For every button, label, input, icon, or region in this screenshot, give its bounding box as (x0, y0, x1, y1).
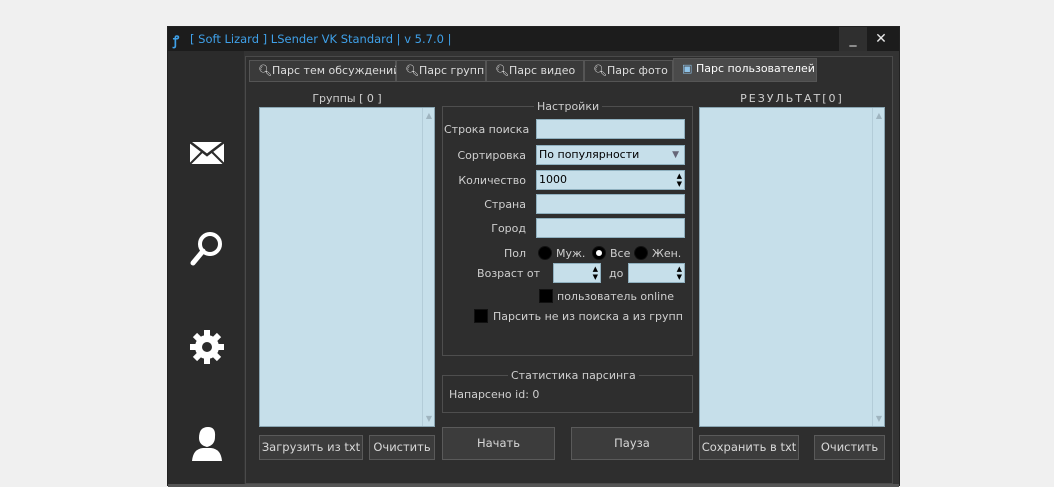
spin-arrows-icon[interactable]: ▲ ▼ (677, 265, 682, 281)
sex-male-label: Муж. (556, 247, 586, 260)
users-icon: ▣ (682, 62, 693, 75)
sort-label: Сортировка (457, 149, 526, 162)
stats-title: Статистика парсинга (508, 369, 639, 382)
magnifier-icon[interactable] (187, 229, 227, 269)
scroll-up-icon[interactable]: ▲ (876, 111, 882, 120)
sort-select[interactable]: По популярности ▼ (536, 145, 685, 165)
groups-scrollbar[interactable]: ▲ ▼ (422, 108, 434, 426)
tab-label: Парс пользователей (696, 62, 815, 75)
pause-button[interactable]: Пауза (571, 427, 693, 460)
sex-male-radio[interactable] (538, 246, 552, 260)
save-to-txt-button[interactable]: Сохранить в txt (699, 435, 799, 460)
online-label: пользователь online (557, 290, 674, 303)
tab-parse-photo[interactable]: 🔍︎Парс фото (584, 60, 673, 82)
envelope-icon[interactable] (187, 133, 227, 173)
search-string-input[interactable] (536, 119, 685, 139)
tab-parse-discussions[interactable]: 🔍︎Парс тем обсуждений (249, 60, 400, 82)
tab-parse-video[interactable]: 🔍︎Парс видео (486, 60, 584, 82)
spin-arrows-icon[interactable]: ▲ ▼ (593, 265, 598, 281)
sidebar (168, 51, 244, 485)
parse-from-groups-checkbox[interactable] (474, 309, 488, 323)
sort-value: По популярности (539, 148, 640, 161)
sex-female-label: Жен. (652, 247, 682, 260)
groups-listbox[interactable]: ▲ ▼ (259, 107, 435, 427)
tab-label: Парс групп (419, 64, 485, 77)
scroll-down-icon[interactable]: ▼ (426, 414, 432, 423)
scroll-up-icon[interactable]: ▲ (426, 111, 432, 120)
tab-parse-groups[interactable]: 🔍︎Парс групп (396, 60, 486, 82)
tab-label: Парс тем обсуждений (272, 64, 401, 77)
sex-female-radio[interactable] (634, 246, 648, 260)
sex-all-radio[interactable] (592, 246, 606, 260)
search-icon: 🔍︎ (258, 64, 272, 77)
close-button[interactable]: ✕ (867, 27, 895, 51)
settings-title: Настройки (534, 100, 603, 113)
clear-result-button[interactable]: Очистить (814, 435, 885, 460)
age-from-label: Возраст от (477, 267, 540, 280)
scroll-down-icon[interactable]: ▼ (876, 414, 882, 423)
age-from-stepper[interactable]: ▲ ▼ (553, 263, 601, 283)
start-button[interactable]: Начать (442, 427, 555, 460)
age-to-stepper[interactable]: ▲ ▼ (628, 263, 685, 283)
result-scrollbar[interactable]: ▲ ▼ (872, 108, 884, 426)
search-icon: 🔍︎ (405, 64, 419, 77)
search-icon: 🔍︎ (593, 64, 607, 77)
gear-icon[interactable] (187, 327, 227, 367)
country-label: Страна (484, 198, 526, 211)
parse-from-groups-label: Парсить не из поиска а из групп (493, 310, 683, 323)
user-icon[interactable] (187, 423, 227, 463)
search-icon: 🔍︎ (495, 64, 509, 77)
search-string-label: Строка поиска (444, 123, 530, 136)
online-checkbox[interactable] (539, 289, 553, 303)
city-label: Город (491, 222, 526, 235)
lizard-icon: ꝭ (173, 34, 180, 49)
window-title: [ Soft Lizard ] LSender VK Standard | v … (190, 32, 452, 46)
result-caption: РЕЗУЛЬТАТ[0] (740, 92, 844, 105)
clear-groups-button[interactable]: Очистить (369, 435, 435, 460)
tab-label: Парс видео (509, 64, 576, 77)
tab-label: Парс фото (607, 64, 668, 77)
count-value: 1000 (539, 173, 567, 186)
sex-all-label: Все (610, 247, 631, 260)
sex-label: Пол (503, 247, 526, 260)
spin-arrows-icon[interactable]: ▲ ▼ (677, 172, 682, 188)
chevron-down-icon[interactable]: ▼ (672, 146, 679, 164)
load-from-txt-button[interactable]: Загрузить из txt (259, 435, 363, 460)
result-listbox[interactable]: ▲ ▼ (699, 107, 885, 427)
title-bar[interactable]: ꝭ [ Soft Lizard ] LSender VK Standard | … (168, 27, 899, 51)
minimize-button[interactable]: _ (839, 27, 867, 51)
groups-caption: Группы [ 0 ] (312, 92, 382, 105)
city-input[interactable] (536, 218, 685, 238)
tab-parse-users[interactable]: ▣ Парс пользователей (673, 58, 817, 82)
age-to-label: до (609, 267, 624, 280)
count-stepper[interactable]: 1000 ▲ ▼ (536, 170, 685, 190)
count-label: Количество (458, 174, 526, 187)
parsed-count: Напарсено id: 0 (449, 388, 540, 401)
country-input[interactable] (536, 194, 685, 214)
